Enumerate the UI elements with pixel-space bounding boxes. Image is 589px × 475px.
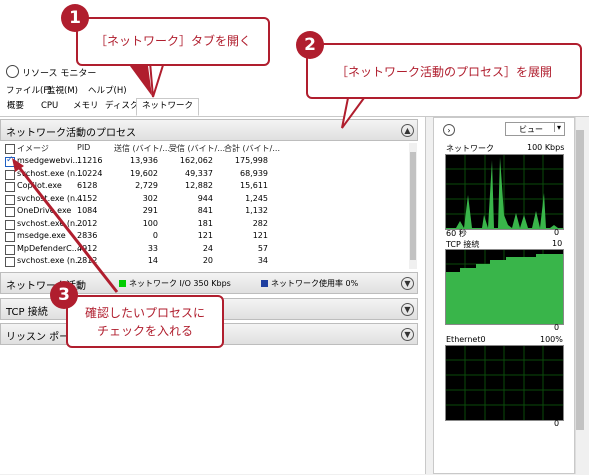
callout-3-line2: チェックを入れる xyxy=(96,324,193,338)
callout-3-badge: 3 xyxy=(50,281,78,309)
callout-3: 確認したいプロセスに チェックを入れる xyxy=(66,295,224,348)
callout-2: ［ネットワーク活動のプロセス］を展開 xyxy=(306,43,582,99)
callout-1-badge: 1 xyxy=(61,4,89,32)
callout-2-pointer xyxy=(341,97,366,129)
callout-2-badge: 2 xyxy=(296,31,324,59)
callout-3-line1: 確認したいプロセスに xyxy=(84,306,205,320)
callout-2-text: ［ネットワーク活動のプロセス］を展開 xyxy=(335,65,552,79)
callout-1-text: ［ネットワーク］タブを開く xyxy=(94,34,251,48)
callout-1-pointer xyxy=(130,66,152,96)
callout-1-pointer-tail xyxy=(148,61,166,98)
callout-1: ［ネットワーク］タブを開く xyxy=(76,17,270,66)
callout-3-pointer xyxy=(16,165,119,293)
